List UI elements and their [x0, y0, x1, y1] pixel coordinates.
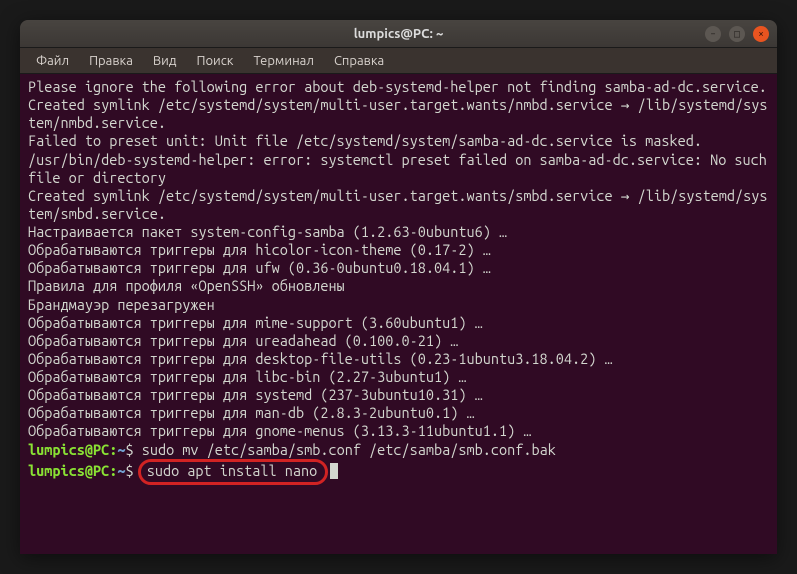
- output-line: /usr/bin/deb-systemd-helper: error: syst…: [28, 151, 769, 187]
- output-line: Обрабатываются триггеры для mime-support…: [28, 314, 769, 332]
- menu-terminal[interactable]: Терминал: [245, 52, 321, 70]
- command-text: sudo mv /etc/samba/smb.conf /etc/samba/s…: [142, 441, 556, 458]
- output-line: Обрабатываются триггеры для systemd (237…: [28, 386, 769, 404]
- menu-view[interactable]: Вид: [145, 52, 185, 70]
- menu-file[interactable]: Файл: [28, 52, 77, 70]
- window-controls: – □ ×: [705, 26, 769, 42]
- menubar: Файл Правка Вид Поиск Терминал Справка: [20, 48, 777, 74]
- prompt-line-1: lumpics@PC:~$ sudo mv /etc/samba/smb.con…: [28, 441, 769, 459]
- titlebar[interactable]: lumpics@PC: ~ – □ ×: [20, 20, 777, 48]
- output-line: Обрабатываются триггеры для gnome-menus …: [28, 422, 769, 440]
- command-text: sudo apt install nano: [147, 462, 318, 479]
- prompt-user: lumpics@PC: [28, 441, 109, 458]
- menu-help[interactable]: Справка: [326, 52, 392, 70]
- terminal-window: lumpics@PC: ~ – □ × Файл Правка Вид Поис…: [20, 20, 777, 554]
- close-button[interactable]: ×: [753, 26, 769, 42]
- window-title: lumpics@PC: ~: [354, 27, 444, 41]
- highlighted-command: sudo apt install nano: [138, 459, 329, 485]
- minimize-button[interactable]: –: [705, 26, 721, 42]
- output-line: Failed to preset unit: Unit file /etc/sy…: [28, 132, 769, 150]
- menu-edit[interactable]: Правка: [81, 52, 141, 70]
- output-line: Настраивается пакет system-config-samba …: [28, 223, 769, 241]
- output-line: Created symlink /etc/systemd/system/mult…: [28, 96, 769, 132]
- maximize-button[interactable]: □: [729, 26, 745, 42]
- output-line: Обрабатываются триггеры для man-db (2.8.…: [28, 404, 769, 422]
- output-line: Обрабатываются триггеры для libc-bin (2.…: [28, 368, 769, 386]
- output-line: Правила для профиля «OpenSSH» обновлены: [28, 277, 769, 295]
- output-line: Обрабатываются триггеры для hicolor-icon…: [28, 241, 769, 259]
- output-line: Обрабатываются триггеры для ufw (0.36-0u…: [28, 259, 769, 277]
- output-line: Created symlink /etc/systemd/system/mult…: [28, 187, 769, 223]
- prompt-line-2: lumpics@PC:~$ sudo apt install nano: [28, 459, 769, 485]
- output-line: Брандмауэр перезагружен: [28, 296, 769, 314]
- prompt-user: lumpics@PC: [28, 462, 109, 479]
- output-line: Обрабатываются триггеры для desktop-file…: [28, 350, 769, 368]
- cursor-icon: [330, 463, 338, 479]
- terminal-body[interactable]: Please ignore the following error about …: [20, 74, 777, 554]
- output-line: Обрабатываются триггеры для ureadahead (…: [28, 332, 769, 350]
- menu-search[interactable]: Поиск: [188, 52, 241, 70]
- output-line: Please ignore the following error about …: [28, 78, 769, 96]
- prompt-dollar: $: [125, 441, 141, 458]
